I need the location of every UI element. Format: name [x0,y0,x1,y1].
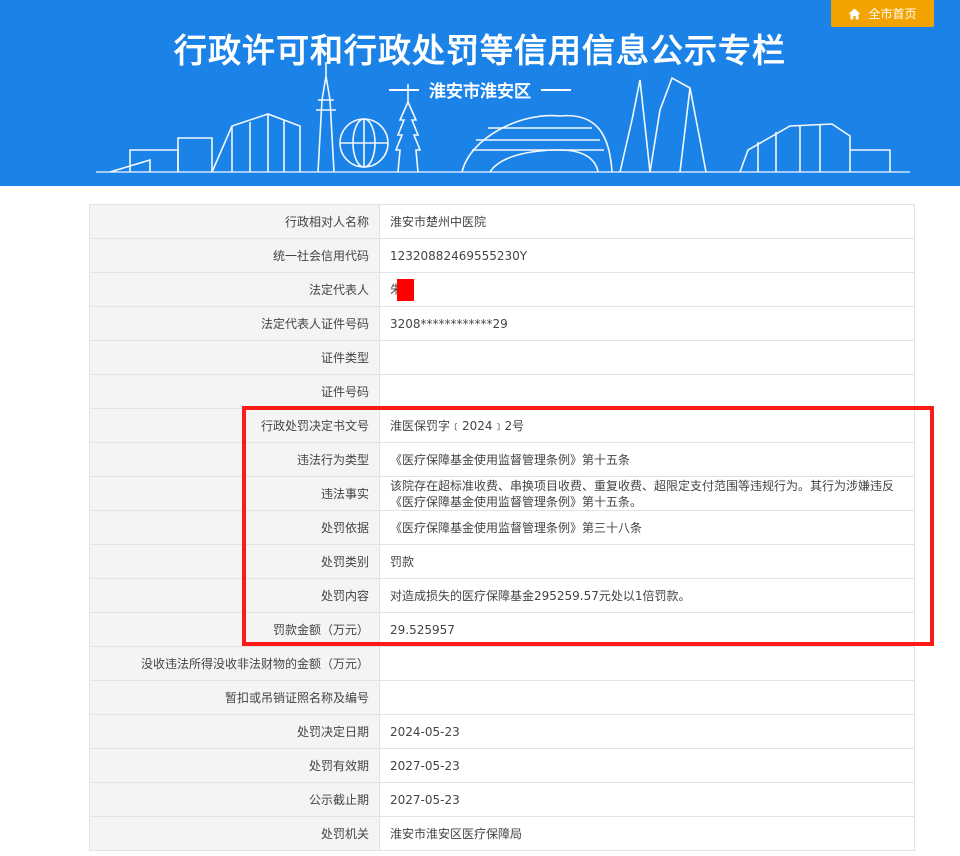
field-value: 12320882469555230Y [379,238,915,273]
field-label: 证件号码 [89,374,380,409]
table-row: 罚款金额（万元） 29.525957 [89,612,915,647]
table-row: 行政处罚决定书文号 淮医保罚字﹝2024﹞2号 [89,408,915,443]
table-row: 暂扣或吊销证照名称及编号 [89,680,915,715]
field-label: 暂扣或吊销证照名称及编号 [89,680,380,715]
home-button-label: 全市首页 [868,7,917,21]
field-value: 对造成损失的医疗保障基金295259.57元处以1倍罚款。 [379,578,915,613]
table-row: 没收违法所得没收非法财物的金额（万元） [89,646,915,681]
field-value: 《医疗保障基金使用监督管理条例》第十五条 [379,442,915,477]
field-label: 处罚决定日期 [89,714,380,749]
city-home-button[interactable]: 全市首页 [831,0,934,27]
table-row: 法定代表人证件号码 3208************29 [89,306,915,341]
header-banner: 全市首页 行政许可和行政处罚等信用信息公示专栏 淮安市淮安区 [0,0,960,186]
field-value: 《医疗保障基金使用监督管理条例》第三十八条 [379,510,915,545]
penalty-info-table: 行政相对人名称 淮安市楚州中医院 统一社会信用代码 12320882469555230… [89,204,915,851]
field-value: 淮安市淮安区医疗保障局 [379,816,915,851]
table-row: 法定代表人朱 [89,272,915,307]
field-label: 处罚内容 [89,578,380,613]
field-value-text: 对造成损失的医疗保障基金295259.57元处以1倍罚款。 [390,588,691,603]
subtitle-dash-left [389,88,419,91]
field-value: 2024-05-23 [379,714,915,749]
field-value: 该院存在超标准收费、串换项目收费、重复收费、超限定支付范围等违规行为。其行为涉嫌… [379,476,915,511]
field-value: 淮安市楚州中医院 [379,204,915,239]
field-label: 处罚机关 [89,816,380,851]
field-label: 罚款金额（万元） [89,612,380,647]
field-value-text: 淮安市楚州中医院 [390,214,487,229]
field-value-text: 淮安市淮安区医疗保障局 [390,826,523,841]
field-label: 统一社会信用代码 [89,238,380,273]
field-value [379,374,915,409]
field-value-text: 该院存在超标准收费、串换项目收费、重复收费、超限定支付范围等违规行为。其行为涉嫌… [390,478,895,509]
field-label: 违法行为类型 [89,442,380,477]
field-label: 公示截止期 [89,782,380,817]
field-value: 29.525957 [379,612,915,647]
field-value-text: 29.525957 [390,622,455,637]
field-value-text: 2027-05-23 [390,792,460,807]
field-label: 处罚依据 [89,510,380,545]
field-value-text: 罚款 [390,554,415,569]
region-name: 淮安市淮安区 [429,82,531,102]
subtitle-dash-right [541,88,571,91]
table-row: 统一社会信用代码 12320882469555230Y [89,238,915,273]
field-value: 朱 [379,272,915,307]
field-value-text: 12320882469555230Y [390,248,528,263]
field-value: 3208************29 [379,306,915,341]
field-value-text: 2024-05-23 [390,724,460,739]
region-subtitle: 淮安市淮安区 [0,77,960,102]
redaction-block [397,278,415,301]
table-row: 违法事实 该院存在超标准收费、串换项目收费、重复收费、超限定支付范围等违规行为。其… [89,476,915,511]
table-row: 处罚机关 淮安市淮安区医疗保障局 [89,816,915,851]
field-label: 法定代表人 [89,272,380,307]
field-label: 违法事实 [89,476,380,511]
field-value-text: 3208************29 [390,316,508,331]
field-value [379,340,915,375]
field-label: 证件类型 [89,340,380,375]
field-value-text: 2027-05-23 [390,758,460,773]
field-value-text: 《医疗保障基金使用监督管理条例》第三十八条 [390,520,643,535]
table-row: 处罚内容 对造成损失的医疗保障基金295259.57元处以1倍罚款。 [89,578,915,613]
table-row: 行政相对人名称 淮安市楚州中医院 [89,204,915,239]
field-value-text: 《医疗保障基金使用监督管理条例》第十五条 [390,452,631,467]
field-value: 2027-05-23 [379,748,915,783]
field-label: 处罚类别 [89,544,380,579]
field-label: 行政处罚决定书文号 [89,408,380,443]
field-value [379,646,915,681]
table-row: 处罚决定日期 2024-05-23 [89,714,915,749]
table-row: 处罚有效期 2027-05-23 [89,748,915,783]
field-value: 2027-05-23 [379,782,915,817]
field-value [379,680,915,715]
table-row: 公示截止期 2027-05-23 [89,782,915,817]
table-row: 违法行为类型 《医疗保障基金使用监督管理条例》第十五条 [89,442,915,477]
field-label: 法定代表人证件号码 [89,306,380,341]
table-row: 证件类型 [89,340,915,375]
field-value-text: 淮医保罚字﹝2024﹞2号 [390,418,525,433]
home-icon [848,8,861,19]
field-label: 处罚有效期 [89,748,380,783]
field-label: 行政相对人名称 [89,204,380,239]
table-row: 处罚类别 罚款 [89,544,915,579]
table-row: 证件号码 [89,374,915,409]
field-value: 罚款 [379,544,915,579]
field-value: 淮医保罚字﹝2024﹞2号 [379,408,915,443]
page-title: 行政许可和行政处罚等信用信息公示专栏 [174,31,786,70]
field-label: 没收违法所得没收非法财物的金额（万元） [89,646,380,681]
table-row: 处罚依据 《医疗保障基金使用监督管理条例》第三十八条 [89,510,915,545]
